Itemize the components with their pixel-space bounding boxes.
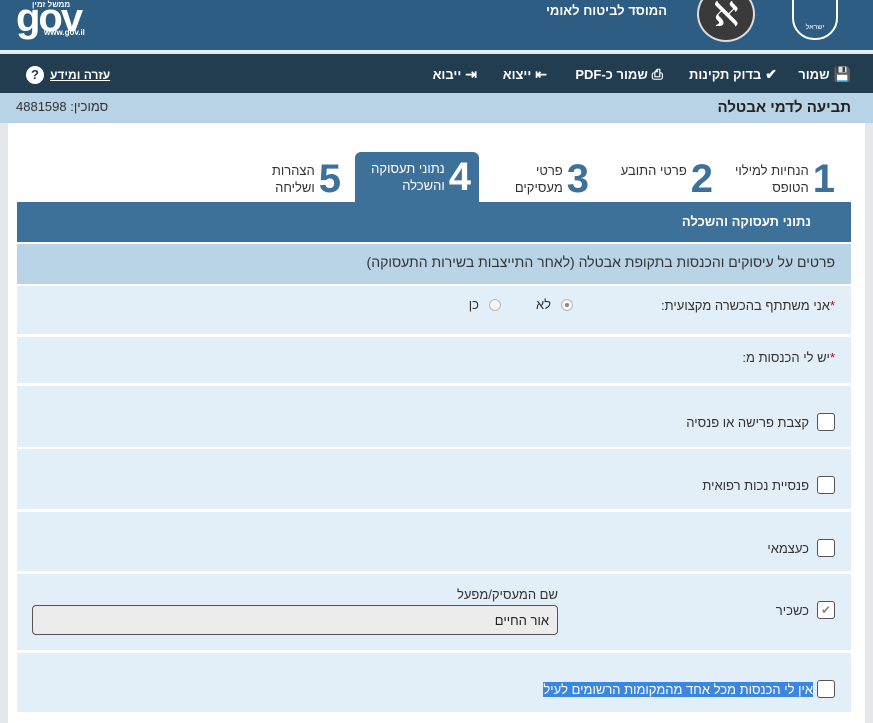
step-number: 1: [812, 157, 835, 201]
employee-checkbox[interactable]: ✔ כשכיר: [776, 601, 835, 619]
employer-name-input[interactable]: [32, 605, 558, 635]
export-button[interactable]: ⇤ ייצוא: [503, 66, 547, 83]
radio-yes-label: כן: [468, 297, 479, 312]
state-emblem-icon: ישראל: [792, 0, 838, 40]
checkbox[interactable]: [817, 539, 835, 557]
step-number: 5: [318, 157, 341, 201]
org-name: המוסד לביטוח לאומי: [546, 3, 667, 18]
save-label: שמור: [798, 67, 830, 82]
step-3[interactable]: 3 פרטי מעסיקים: [507, 157, 589, 201]
income-label-text: יש לי הכנסות מ:: [742, 350, 830, 365]
site-header: gov ממשל זמין www.gov.il המוסד לביטוח לא…: [0, 0, 873, 52]
step-label: פרטי מעסיקים: [514, 163, 563, 195]
help-label: עזרה ומידע: [50, 68, 111, 82]
radio-yes-input[interactable]: [489, 298, 501, 311]
step-1[interactable]: 1 הנחיות למילוי הטופס: [725, 157, 835, 201]
required-mark: *: [829, 350, 835, 365]
income-label: *יש לי הכנסות מ:: [742, 350, 835, 365]
step-number: 3: [566, 157, 589, 201]
checkbox-label: כעצמאי: [767, 540, 809, 556]
step-5[interactable]: 5 הצהרות ושליחה: [265, 157, 341, 201]
export-icon: ⇤: [535, 66, 547, 82]
step-label: פרטי התובע: [620, 163, 687, 178]
emblem-text: ישראל: [805, 24, 825, 31]
section-description: פרטים על עיסוקים והכנסות בתקופת אבטלה (ל…: [17, 244, 851, 284]
toolbar: 💾 שמור ✔ בדוק תקינות ⎙ שמור כ-PDF ⇤ ייצוא ⇥ י…: [0, 54, 873, 93]
step-label: נתוני תעסוקה והשכלה: [371, 161, 445, 193]
employer-label: שם המעסיק/מפעל: [456, 587, 558, 602]
checkbox-label: כשכיר: [775, 602, 809, 618]
reference-value: 4881598: [16, 99, 67, 114]
step-number: 2: [690, 157, 713, 201]
reference-number: סמוכין: 4881598: [16, 99, 108, 114]
radio-no-input[interactable]: [561, 298, 573, 311]
step-2[interactable]: 2 פרטי התובע: [611, 157, 713, 201]
radio-no-label: לא: [535, 297, 551, 312]
import-button[interactable]: ⇥ ייבוא: [433, 66, 477, 83]
nii-logo-icon: ℵ: [697, 0, 755, 42]
pdf-icon: ⎙: [651, 66, 663, 82]
pension-checkbox[interactable]: קצבת פרישה או פנסיה: [686, 413, 835, 431]
validate-button[interactable]: ✔ בדוק תקינות: [689, 66, 777, 83]
section-header: נתוני תעסוקה והשכלה: [17, 202, 851, 242]
save-pdf-button[interactable]: ⎙ שמור כ-PDF: [575, 66, 663, 83]
income-selfemployed-row: כעצמאי: [17, 512, 851, 571]
gov-tagline: ממשל זמין: [32, 0, 71, 9]
help-link[interactable]: עזרה ומידע?: [26, 66, 110, 84]
income-none-row: אין לי הכנסות מכל אחד מהמקומות הרשומים ל…: [17, 653, 851, 712]
import-label: ייבוא: [432, 67, 462, 82]
import-icon: ⇥: [465, 66, 477, 82]
save-button[interactable]: 💾 שמור: [798, 66, 851, 83]
help-icon: ?: [26, 66, 44, 84]
checkbox-label: אין לי הכנסות מכל אחד מהמקומות הרשומים ל…: [543, 681, 813, 697]
step-label: הצהרות ושליחה: [271, 163, 315, 195]
required-mark: *: [829, 298, 835, 313]
checkbox-checked[interactable]: ✔: [817, 601, 835, 619]
validate-label: בדוק תקינות: [688, 67, 762, 82]
disability-checkbox[interactable]: פנסיית נכות רפואית: [702, 476, 835, 494]
self-employed-checkbox[interactable]: כעצמאי: [767, 539, 835, 557]
income-pension-row: קצבת פרישה או פנסיה: [17, 386, 851, 447]
gov-url: www.gov.il: [44, 28, 85, 37]
step-4-active[interactable]: 4 נתוני תעסוקה והשכלה: [355, 152, 479, 202]
training-label-text: אני משתתף בהכשרה מקצועית:: [661, 298, 830, 313]
no-income-checkbox[interactable]: אין לי הכנסות מכל אחד מהמקומות הרשומים ל…: [543, 680, 835, 698]
radio-yes[interactable]: כן: [469, 297, 501, 312]
training-row: *אני משתתף בהכשרה מקצועית: לא כן: [17, 286, 851, 334]
income-row: *יש לי הכנסות מ:: [17, 337, 851, 383]
page-title: תביעה לדמי אבטלה: [717, 99, 851, 116]
save-pdf-label: שמור כ-PDF: [575, 67, 648, 82]
checkbox[interactable]: [817, 413, 835, 431]
checkbox-label: פנסיית נכות רפואית: [702, 477, 809, 493]
export-label: ייצוא: [502, 67, 532, 82]
checkbox-label: קצבת פרישה או פנסיה: [686, 414, 809, 430]
reference-label: סמוכין:: [70, 99, 109, 114]
radio-no[interactable]: לא: [536, 297, 573, 312]
checkmark-icon: ✔: [765, 66, 777, 82]
page-title-bar: תביעה לדמי אבטלה סמוכין: 4881598: [0, 93, 873, 123]
floppy-icon: 💾: [833, 66, 851, 82]
checkbox[interactable]: [817, 680, 835, 698]
training-label: *אני משתתף בהכשרה מקצועית:: [661, 298, 835, 313]
step-number: 4: [448, 155, 471, 199]
step-label: הנחיות למילוי הטופס: [734, 163, 809, 195]
checkbox[interactable]: [817, 476, 835, 494]
income-disability-row: פנסיית נכות רפואית: [17, 449, 851, 509]
